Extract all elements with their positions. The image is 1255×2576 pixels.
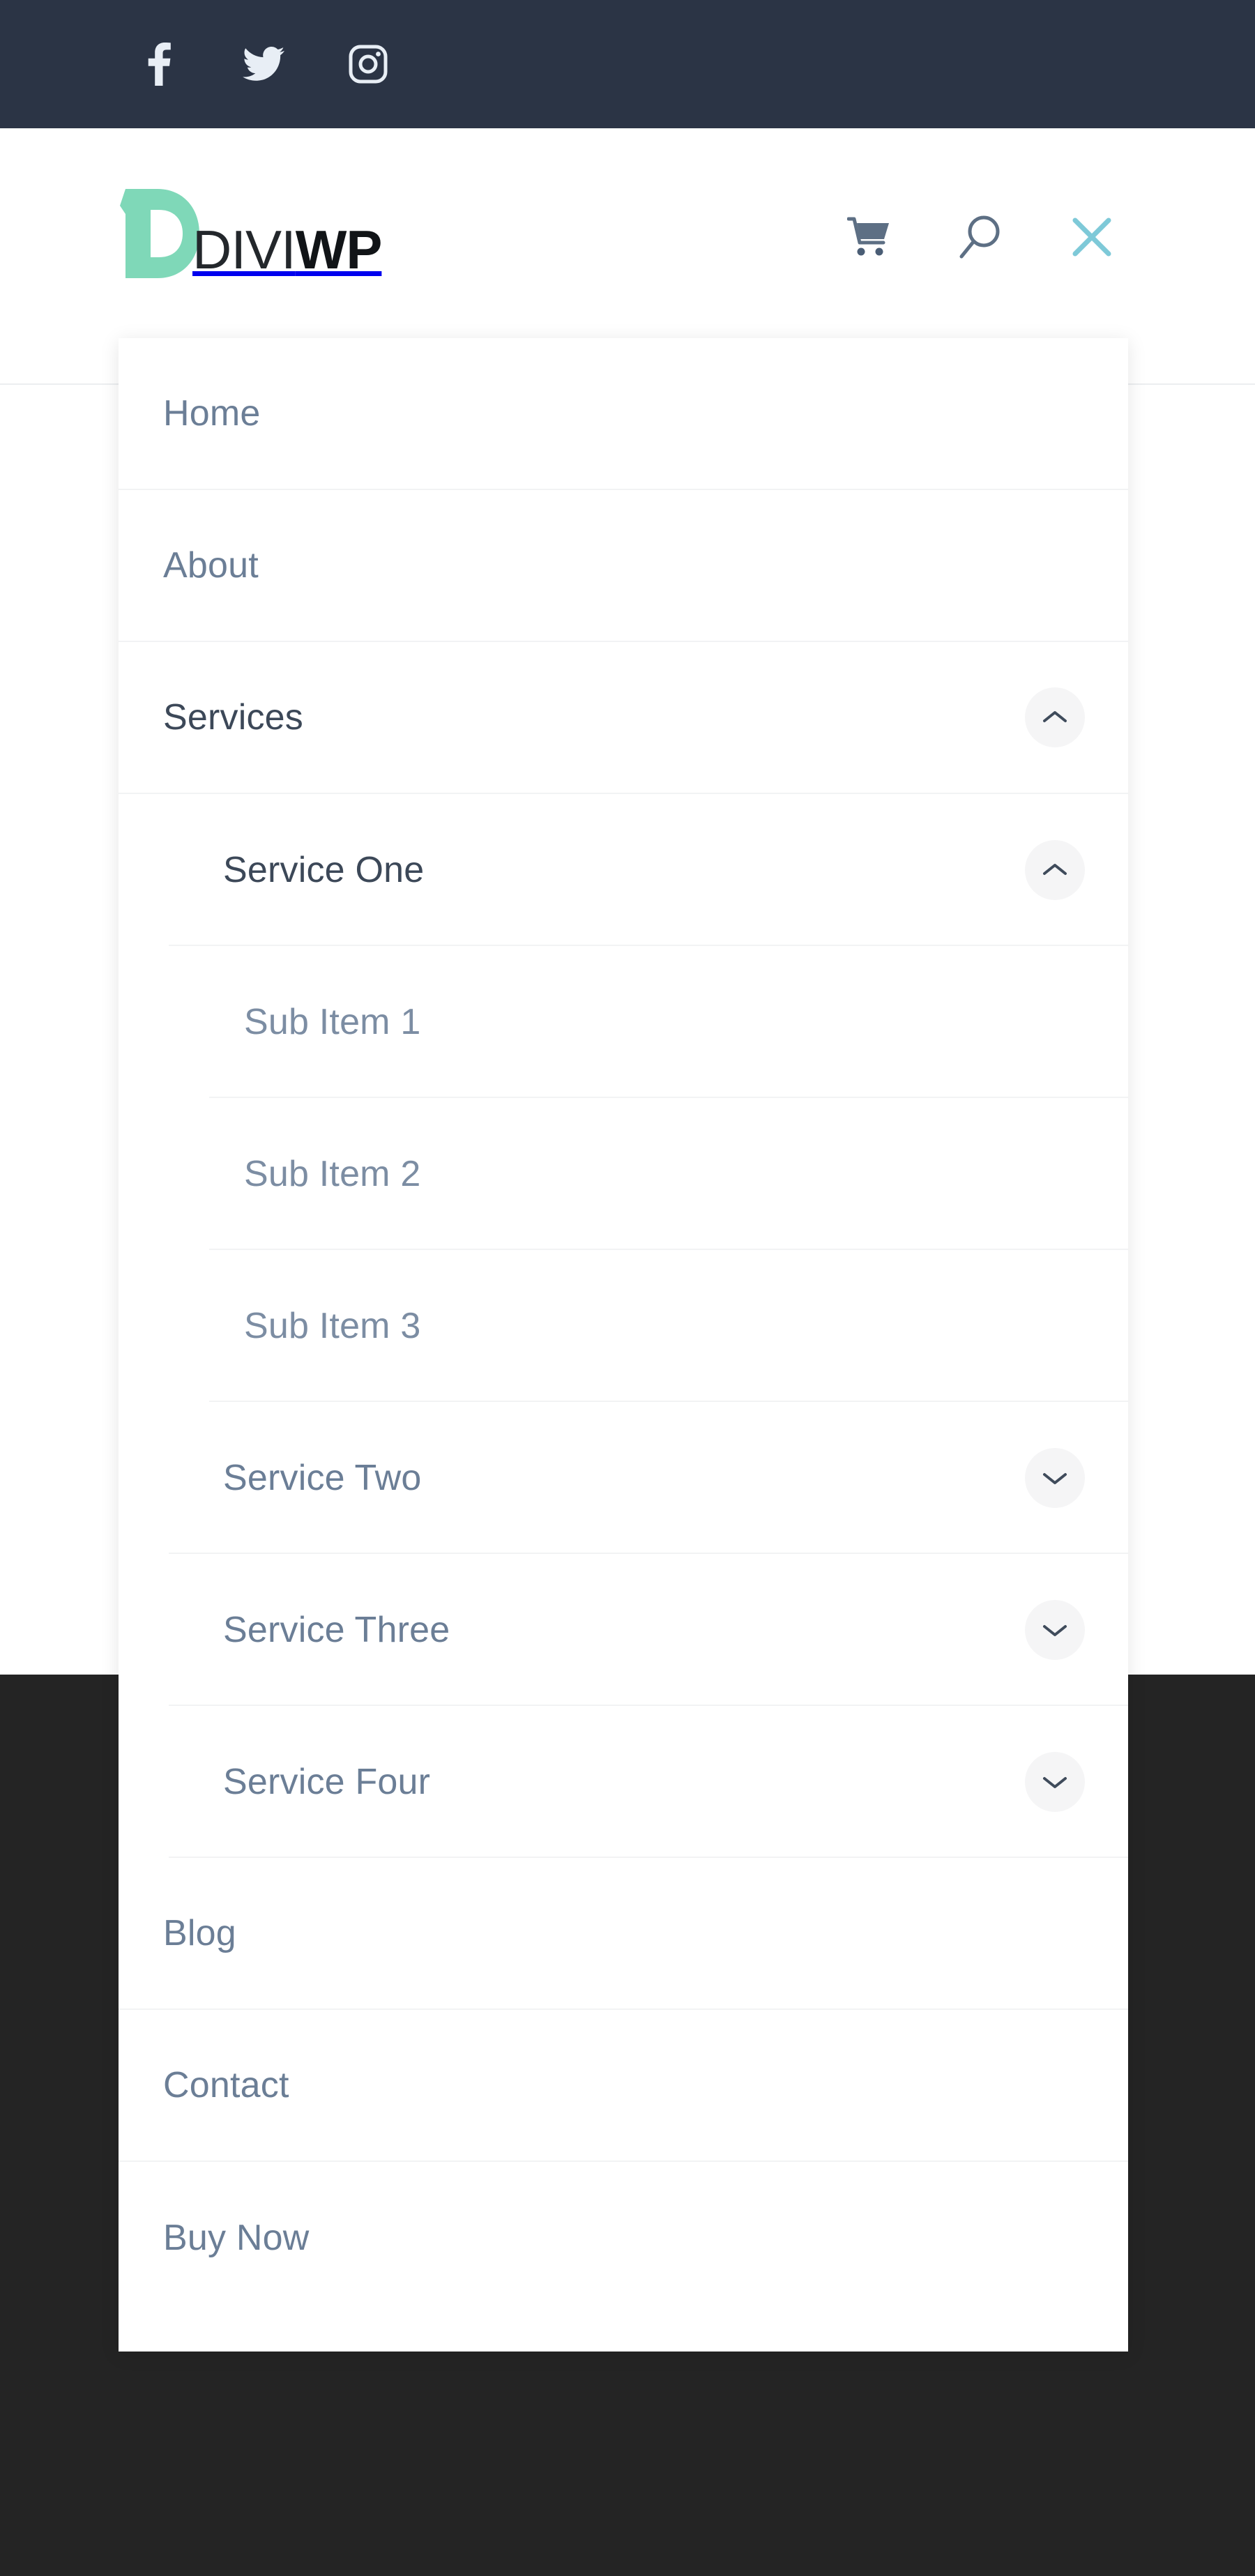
menu-item-label: Contact bbox=[163, 2065, 289, 2105]
menu-bottom-padding bbox=[119, 2314, 1128, 2352]
menu-item-label: Services bbox=[163, 697, 303, 738]
menu-item-services[interactable]: Services bbox=[119, 642, 1128, 794]
menu-item-blog[interactable]: Blog bbox=[119, 1858, 1128, 2010]
facebook-icon[interactable] bbox=[138, 39, 180, 89]
menu-item-label: Service Four bbox=[223, 1762, 431, 1802]
twitter-icon[interactable] bbox=[243, 39, 284, 89]
chevron-down-icon-toggle[interactable] bbox=[1025, 1752, 1085, 1812]
menu-item-label: Home bbox=[163, 393, 261, 434]
menu-item-label: Sub Item 2 bbox=[244, 1154, 421, 1194]
diviwp-d-mark-icon bbox=[120, 189, 204, 278]
menu-item-sub-item-1[interactable]: Sub Item 1 bbox=[119, 946, 1128, 1098]
chevron-down-icon bbox=[1043, 1625, 1067, 1636]
menu-item-label: Sub Item 1 bbox=[244, 1002, 421, 1042]
search-icon[interactable] bbox=[954, 211, 1007, 264]
chevron-down-icon bbox=[1043, 1777, 1067, 1788]
menu-item-label: Sub Item 3 bbox=[244, 1306, 421, 1346]
logo-text-bold: WP bbox=[295, 219, 383, 281]
chevron-down-icon bbox=[1043, 1473, 1067, 1484]
logo-text: DIVIWP bbox=[192, 222, 382, 277]
instagram-icon[interactable] bbox=[347, 39, 389, 89]
menu-item-service-one[interactable]: Service One bbox=[119, 794, 1128, 946]
menu-item-service-three[interactable]: Service Three bbox=[119, 1554, 1128, 1706]
menu-item-service-four[interactable]: Service Four bbox=[119, 1706, 1128, 1858]
menu-item-label: About bbox=[163, 545, 259, 586]
menu-item-about[interactable]: About bbox=[119, 490, 1128, 642]
chevron-down-icon-toggle[interactable] bbox=[1025, 1600, 1085, 1660]
chevron-down-icon-toggle[interactable] bbox=[1025, 1448, 1085, 1508]
header-icon-group bbox=[842, 211, 1255, 264]
menu-item-home[interactable]: Home bbox=[119, 338, 1128, 490]
chevron-up-icon bbox=[1043, 711, 1067, 722]
logo-text-thin: DIVI bbox=[192, 219, 296, 281]
menu-item-sub-item-3[interactable]: Sub Item 3 bbox=[119, 1250, 1128, 1402]
menu-item-label: Service Two bbox=[223, 1458, 422, 1498]
menu-item-label: Service One bbox=[223, 850, 425, 890]
close-icon[interactable] bbox=[1065, 211, 1118, 264]
menu-item-sub-item-2[interactable]: Sub Item 2 bbox=[119, 1098, 1128, 1250]
menu-item-label: Buy Now bbox=[163, 2218, 310, 2258]
menu-item-contact[interactable]: Contact bbox=[119, 2010, 1128, 2162]
menu-item-buy-now[interactable]: Buy Now bbox=[119, 2162, 1128, 2314]
menu-item-label: Blog bbox=[163, 1913, 236, 1953]
menu-item-service-two[interactable]: Service Two bbox=[119, 1402, 1128, 1554]
social-bar bbox=[0, 0, 1255, 128]
chevron-up-icon-toggle[interactable] bbox=[1025, 840, 1085, 900]
chevron-up-icon bbox=[1043, 864, 1067, 875]
page-root: DIVIWP Home About Services Service One S… bbox=[0, 0, 1255, 2576]
menu-item-label: Service Three bbox=[223, 1610, 450, 1650]
logo[interactable]: DIVIWP bbox=[120, 188, 401, 278]
cart-icon[interactable] bbox=[842, 211, 895, 264]
chevron-up-icon-toggle[interactable] bbox=[1025, 687, 1085, 747]
mobile-menu-panel: Home About Services Service One Sub Item 1 Su… bbox=[119, 338, 1128, 2352]
